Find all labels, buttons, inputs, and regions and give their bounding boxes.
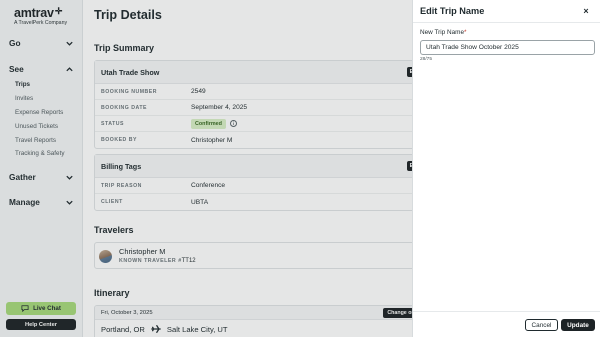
- update-button[interactable]: Update: [561, 319, 595, 331]
- drawer-footer: Cancel Update: [413, 311, 600, 337]
- drawer-header: Edit Trip Name ×: [413, 0, 600, 23]
- trip-name-input[interactable]: [420, 40, 595, 55]
- required-mark: *: [464, 29, 467, 36]
- trip-name-field-label: New Trip Name*: [420, 29, 467, 36]
- close-icon[interactable]: ×: [581, 6, 591, 16]
- modal-backdrop[interactable]: [0, 0, 412, 337]
- character-count: 28/75: [420, 57, 433, 62]
- field-label-text: New Trip Name: [420, 29, 465, 36]
- drawer-title: Edit Trip Name: [420, 6, 485, 16]
- edit-trip-name-drawer: Edit Trip Name × New Trip Name* 28/75 Ca…: [412, 0, 600, 337]
- cancel-button[interactable]: Cancel: [525, 319, 558, 331]
